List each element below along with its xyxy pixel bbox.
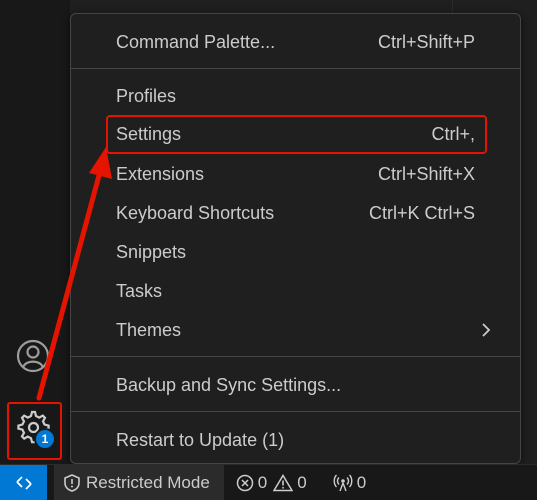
error-count: 0 [257,472,268,492]
activity-bar: 1 [0,0,70,464]
status-bar: Restricted Mode 0 0 0 [0,464,537,500]
menu-item-label: Tasks [116,280,163,301]
menu-separator [71,68,520,69]
menu-separator [71,411,520,412]
menu-item-label: Backup and Sync Settings... [116,374,342,395]
menu-item-label: Themes [116,319,182,340]
ports-indicator[interactable]: 0 [333,473,366,493]
broadcast-icon [333,474,353,491]
menu-item-label: Keyboard Shortcuts [116,202,275,223]
remote-indicator[interactable] [0,465,47,500]
menu-item-extensions[interactable]: Extensions Ctrl+Shift+X [71,156,520,192]
manage-context-menu: Command Palette... Ctrl+Shift+P Profiles… [70,13,521,464]
menu-item-label: Extensions [116,163,205,184]
menu-item-backup-sync[interactable]: Backup and Sync Settings... [71,367,520,403]
restricted-mode-label: Restricted Mode [86,472,210,492]
menu-item-themes[interactable]: Themes [71,312,520,348]
menu-item-tasks[interactable]: Tasks [71,273,520,309]
ports-count: 0 [356,472,367,492]
error-icon [236,474,254,491]
menu-item-snippets[interactable]: Snippets [71,234,520,270]
account-icon [16,339,50,373]
annotation-highlight-gear [7,402,62,460]
menu-separator [71,356,520,357]
menu-item-shortcut: Ctrl+Shift+P [377,31,475,52]
problems-indicator[interactable]: 0 0 [236,473,307,493]
menu-item-label: Snippets [116,241,187,262]
warning-count: 0 [297,472,307,492]
menu-item-label: Profiles [116,85,177,106]
shield-icon [64,473,80,492]
menu-item-label: Restart to Update (1) [116,429,285,450]
remote-icon [15,475,32,490]
menu-item-shortcut: Ctrl+Shift+X [377,163,475,184]
menu-item-label: Command Palette... [116,31,276,52]
warning-icon [273,473,294,491]
account-button[interactable] [14,337,52,375]
annotation-highlight-settings [106,115,487,154]
menu-item-profiles[interactable]: Profiles [71,78,520,114]
menu-item-keyboard-shortcuts[interactable]: Keyboard Shortcuts Ctrl+K Ctrl+S [71,195,520,231]
restricted-mode-indicator[interactable]: Restricted Mode [54,465,224,500]
chevron-right-icon [482,323,491,337]
menu-item-restart-update[interactable]: Restart to Update (1) [71,422,520,458]
menu-item-shortcut: Ctrl+K Ctrl+S [368,202,475,223]
menu-item-command-palette[interactable]: Command Palette... Ctrl+Shift+P [71,24,520,60]
